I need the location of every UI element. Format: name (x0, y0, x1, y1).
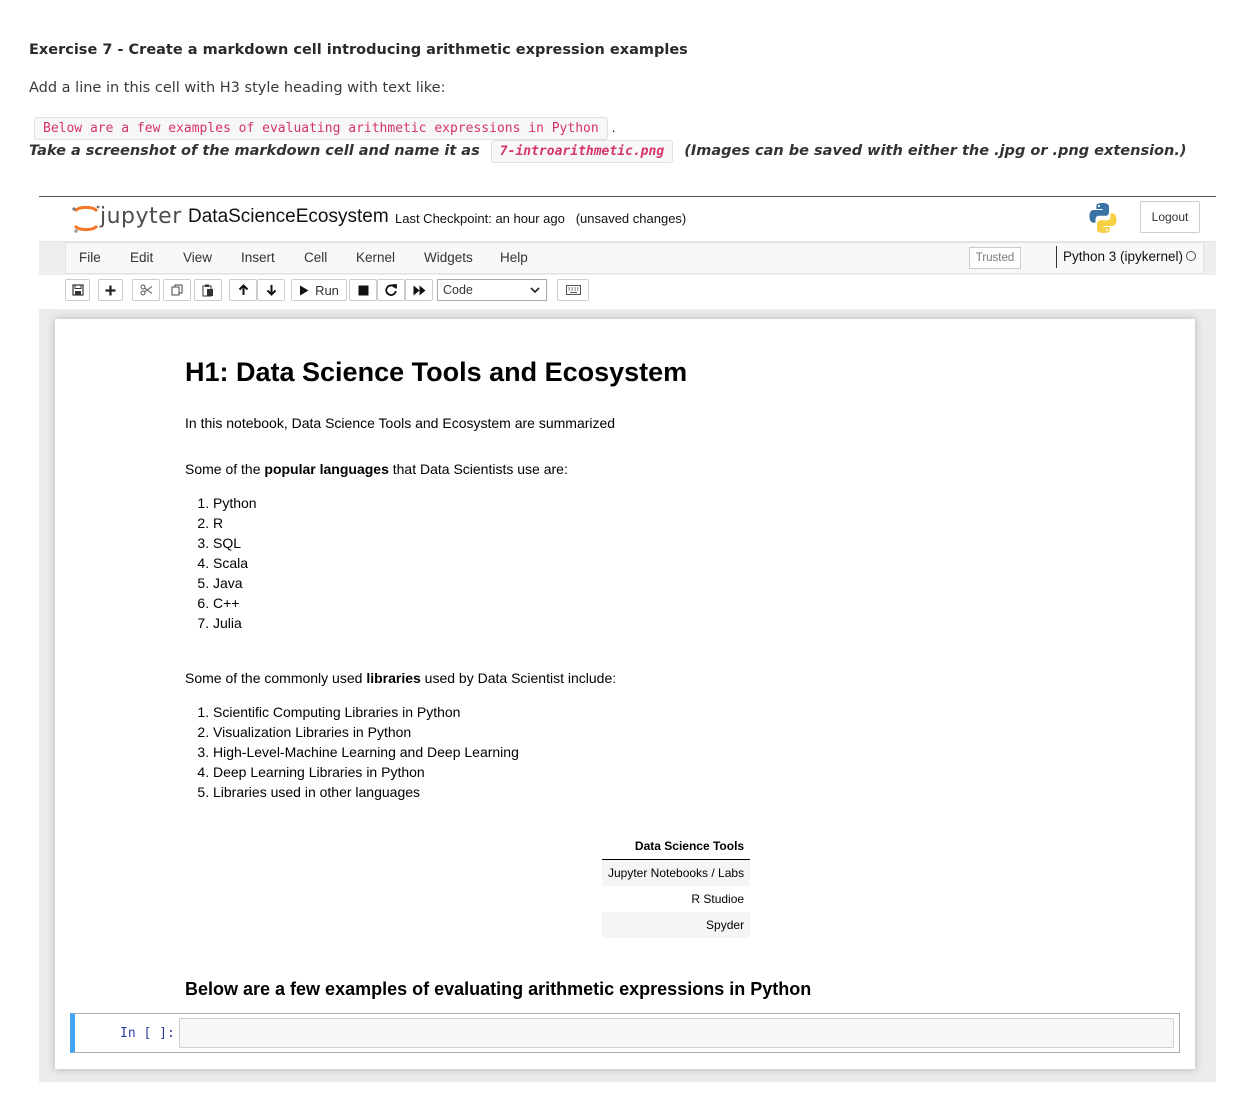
code-input[interactable] (179, 1018, 1174, 1048)
notebook-site: H1: Data Science Tools and Ecosystem In … (39, 309, 1216, 1082)
paste-button[interactable] (194, 279, 222, 301)
list-item: R (213, 513, 257, 533)
jupyter-logo-text: jupyter (100, 204, 182, 229)
interrupt-button[interactable] (349, 279, 377, 301)
trusted-indicator[interactable]: Trusted (969, 247, 1021, 269)
logout-button[interactable]: Logout (1140, 201, 1200, 233)
languages-intro: Some of the popular languages that Data … (185, 461, 568, 477)
python-logo-icon (1089, 203, 1117, 233)
menu-help[interactable]: Help (500, 250, 528, 265)
screenshot-suffix: (Images can be saved with either the .jp… (684, 143, 1187, 159)
list-item: SQL (213, 533, 257, 553)
cut-button[interactable] (132, 279, 160, 301)
table-cell: Jupyter Notebooks / Labs (602, 859, 751, 886)
arrow-down-icon (266, 285, 276, 296)
list-item: C++ (213, 593, 257, 613)
table-cell: Spyder (602, 912, 751, 938)
languages-intro-post: that Data Scientists use are: (388, 461, 568, 477)
example-code: Below are a few examples of evaluating a… (34, 117, 608, 140)
list-item: Julia (213, 613, 257, 633)
table-cell: R Studioe (691, 892, 745, 906)
chevron-down-icon (530, 287, 540, 294)
save-icon (71, 284, 84, 296)
plus-icon (105, 285, 116, 295)
screenshot-instruction: Take a screenshot of the markdown cell a… (29, 140, 1186, 163)
keyboard-icon (565, 285, 581, 295)
screenshot-filename: 7-introarithmetic.png (490, 140, 674, 163)
arrow-up-icon (238, 284, 248, 295)
unsaved-changes: (unsaved changes) (575, 211, 687, 226)
intro-text: In this notebook, Data Science Tools and… (185, 415, 616, 431)
libraries-list: Scientific Computing Libraries in Python… (185, 702, 519, 802)
restart-button[interactable] (377, 279, 405, 301)
restart-run-all-button[interactable] (405, 279, 433, 301)
stop-icon (358, 285, 368, 295)
table-row: Jupyter Notebooks / Labs (602, 859, 751, 886)
cell-type-value: Code (443, 283, 473, 297)
command-palette-button[interactable] (557, 279, 589, 301)
paste-icon (202, 284, 213, 296)
libraries-intro: Some of the commonly used libraries used… (185, 670, 616, 686)
notebook-h3: Below are a few examples of evaluating a… (185, 979, 812, 999)
menu-widgets[interactable]: Widgets (424, 250, 473, 265)
exercise-title: Exercise 7 - Create a markdown cell intr… (29, 42, 688, 58)
copy-icon (171, 284, 183, 296)
menu-file[interactable]: File (79, 250, 101, 265)
notebook-page: H1: Data Science Tools and Ecosystem In … (55, 319, 1195, 1069)
run-label: Run (315, 282, 339, 298)
languages-intro-bold: popular languages (264, 461, 389, 477)
move-up-button[interactable] (229, 279, 257, 301)
kernel-status-icon (1186, 251, 1196, 261)
exercise-subtitle: Add a line in this cell with H3 style he… (29, 80, 446, 96)
toolbar: Run Code (39, 275, 1216, 309)
menu-view[interactable]: View (183, 250, 212, 265)
move-down-button[interactable] (257, 279, 285, 301)
list-item: Scientific Computing Libraries in Python (213, 702, 519, 722)
tools-table: Data Science Tools Jupyter Notebooks / L… (602, 833, 751, 938)
languages-list: Python R SQL Scala Java C++ Julia (185, 493, 257, 633)
menu-bar: File Edit View Insert Cell Kernel Widget… (65, 242, 1204, 274)
menu-kernel[interactable]: Kernel (356, 250, 395, 265)
menu-insert[interactable]: Insert (241, 250, 275, 265)
screenshot-prefix: Take a screenshot of the markdown cell a… (29, 143, 480, 159)
cell-type-select[interactable]: Code (437, 279, 547, 301)
cut-icon (140, 284, 152, 296)
code-cell[interactable]: In [ ]: (70, 1013, 1180, 1053)
libraries-intro-post: used by Data Scientist include: (420, 670, 617, 686)
notebook-h1: H1: Data Science Tools and Ecosystem (185, 357, 688, 387)
run-button[interactable]: Run (291, 279, 347, 301)
example-line: Below are a few examples of evaluating a… (34, 117, 615, 140)
list-item: Python (213, 493, 257, 513)
libraries-intro-bold: libraries (366, 670, 421, 686)
example-suffix: . (611, 119, 616, 135)
table-row: R Studioe (602, 886, 750, 912)
restart-icon (385, 284, 397, 296)
menu-cell[interactable]: Cell (304, 250, 327, 265)
list-item: Java (213, 573, 257, 593)
checkpoint-status: Last Checkpoint: an hour ago (unsaved ch… (395, 211, 686, 226)
list-item: Deep Learning Libraries in Python (213, 762, 519, 782)
list-item: Libraries used in other languages (213, 782, 519, 802)
languages-intro-pre: Some of the (185, 461, 265, 477)
fast-forward-icon (413, 285, 425, 295)
jupyter-header: jupyter DataScienceEcosystem Last Checkp… (39, 197, 1216, 242)
notebook-name[interactable]: DataScienceEcosystem (188, 206, 389, 228)
insert-cell-button[interactable] (98, 279, 123, 301)
run-icon (300, 285, 309, 295)
libraries-intro-pre: Some of the commonly used (185, 670, 367, 686)
save-button[interactable] (65, 279, 90, 301)
list-item: Visualization Libraries in Python (213, 722, 519, 742)
list-item: High-Level-Machine Learning and Deep Lea… (213, 742, 519, 762)
cell-prompt: In [ ]: (120, 1026, 175, 1041)
jupyter-window: jupyter DataScienceEcosystem Last Checkp… (39, 196, 1216, 1082)
menu-edit[interactable]: Edit (130, 250, 153, 265)
checkpoint-text: Last Checkpoint: an hour ago (395, 211, 565, 226)
list-item: Scala (213, 553, 257, 573)
copy-button[interactable] (163, 279, 191, 301)
kernel-name[interactable]: Python 3 (ipykernel) (1056, 246, 1183, 268)
table-header: Data Science Tools (602, 833, 751, 860)
table-row: Spyder (602, 912, 751, 938)
